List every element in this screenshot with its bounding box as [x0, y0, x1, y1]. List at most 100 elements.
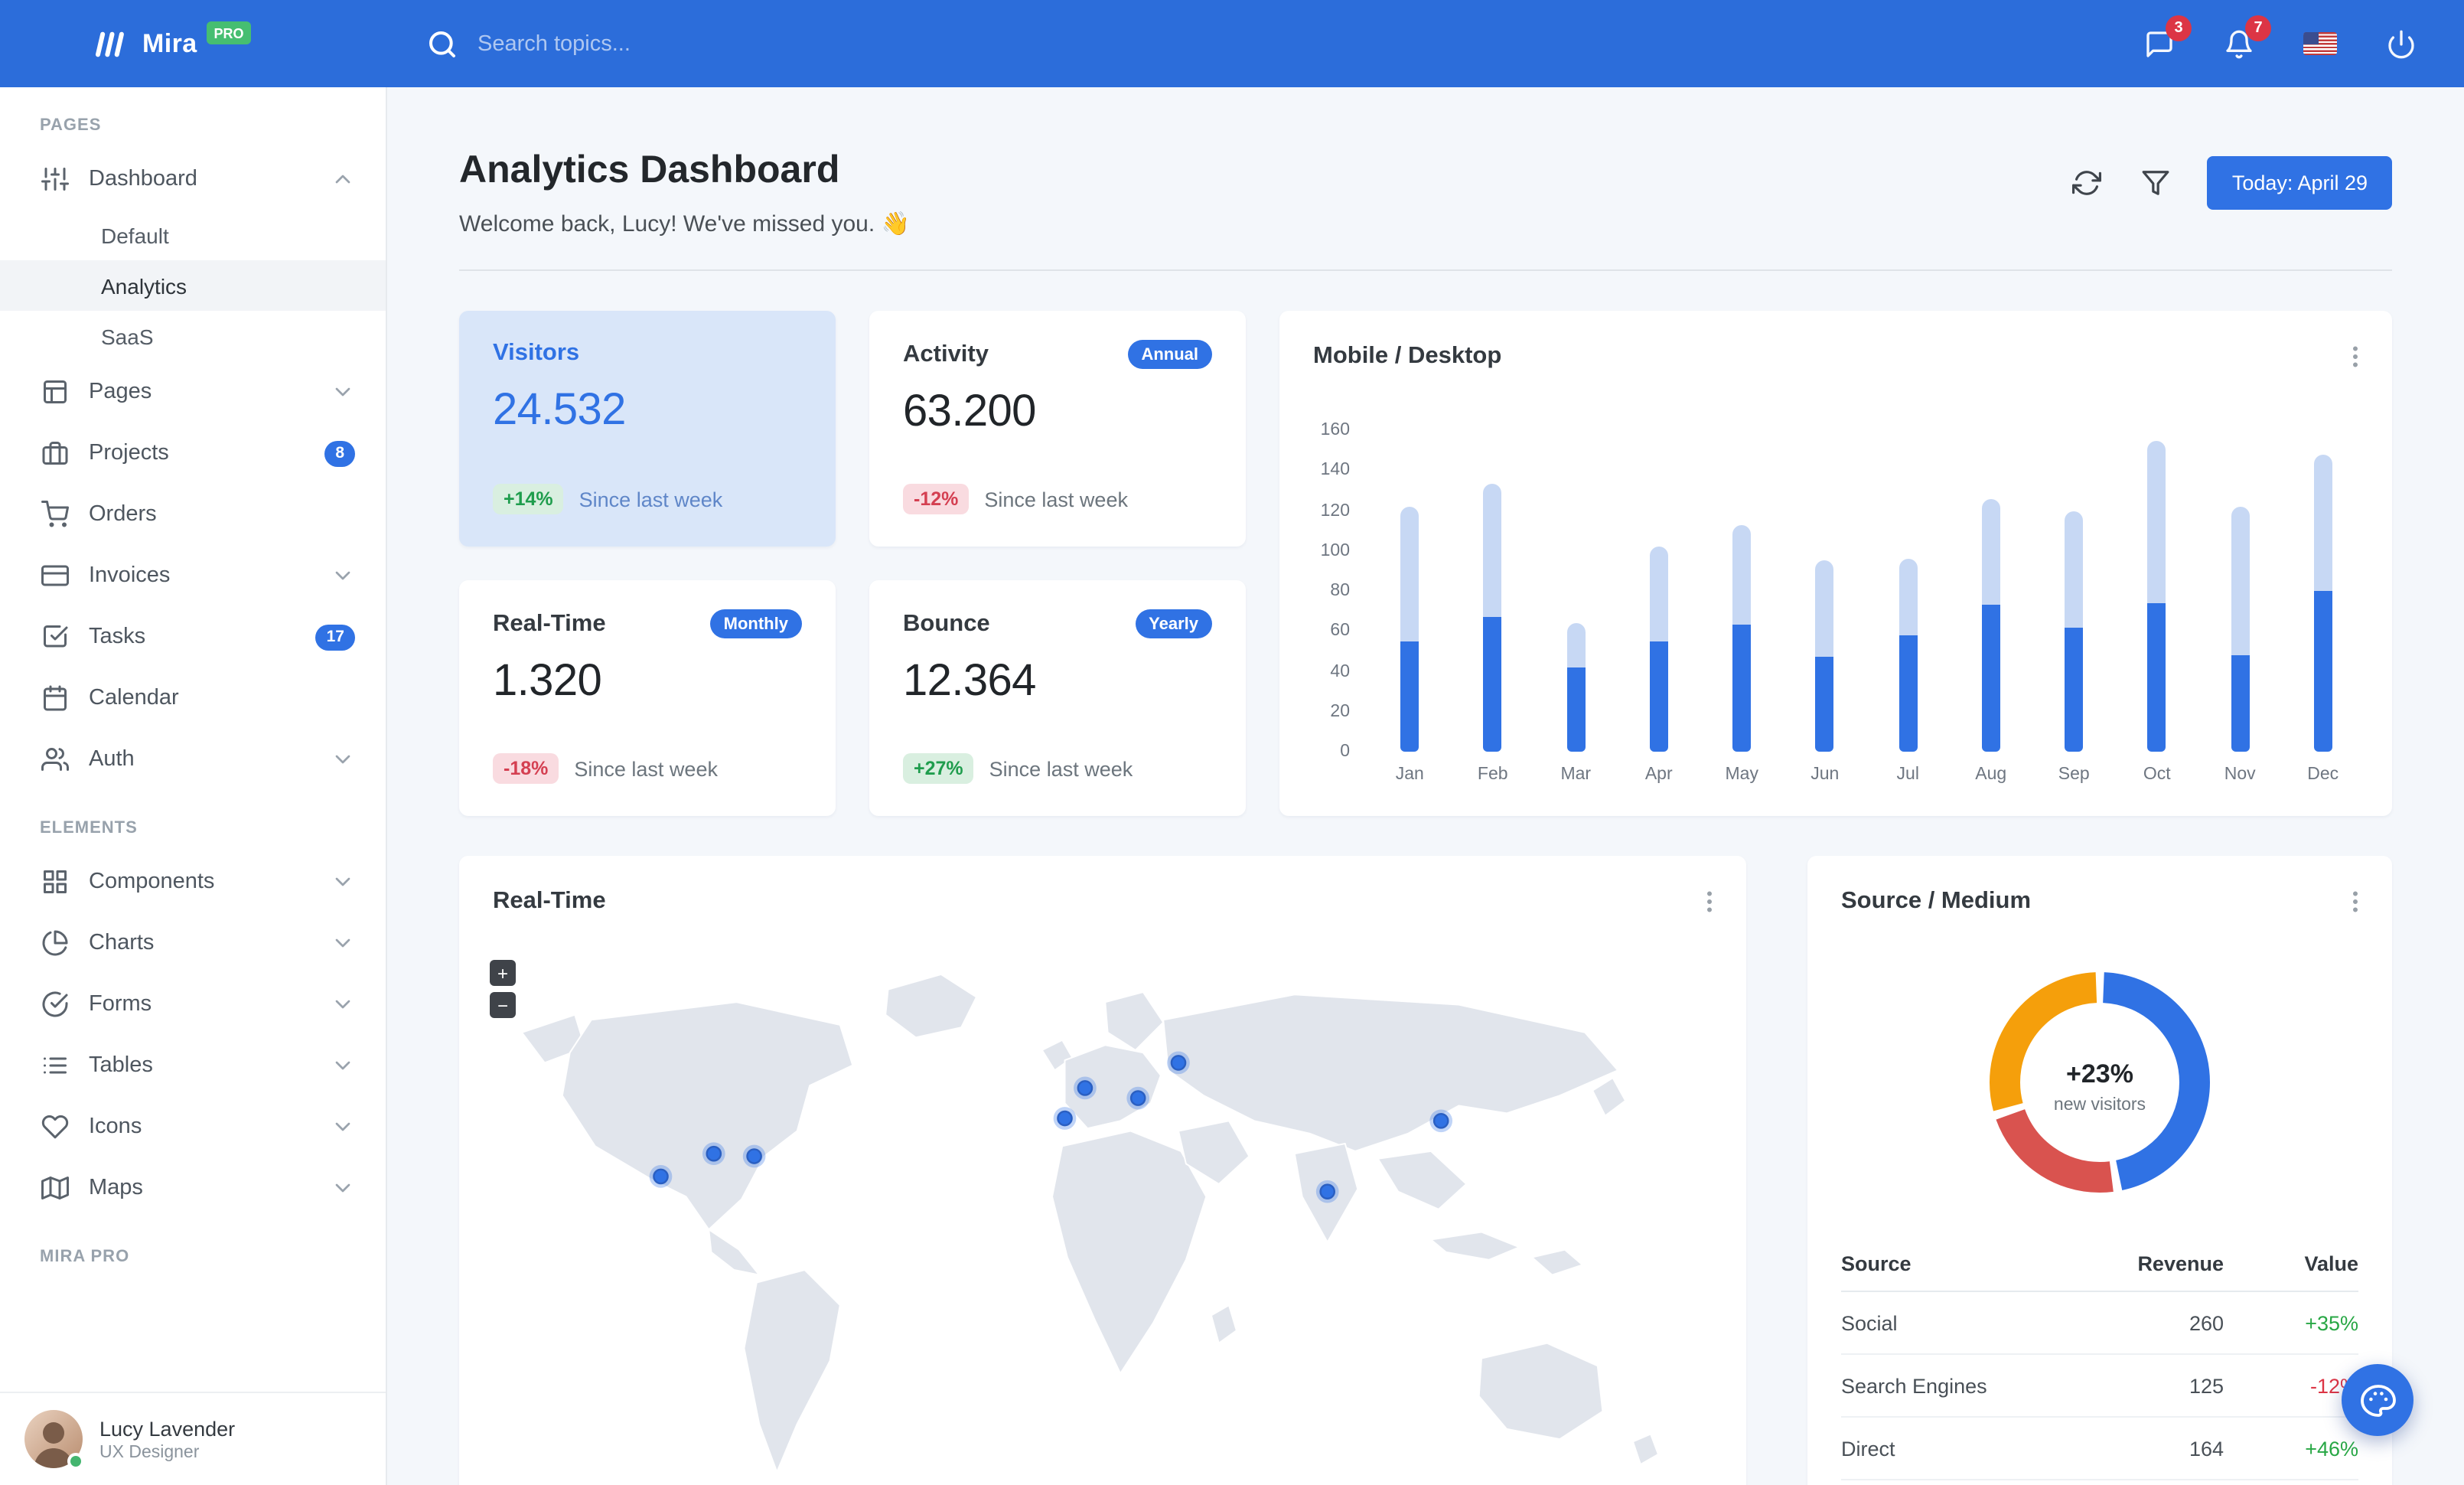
y-tick-label: 20 — [1330, 702, 1350, 721]
search-input[interactable] — [477, 31, 906, 56]
x-tick-label: May — [1725, 765, 1758, 784]
filter-button[interactable] — [2139, 165, 2174, 201]
sidebar-item-label: Maps — [89, 1176, 143, 1200]
x-tick-label: Nov — [2224, 765, 2256, 784]
bar-segment-desktop — [1732, 524, 1752, 625]
bar-segment-desktop — [1815, 560, 1834, 658]
bar-column-oct — [2116, 430, 2199, 752]
language-flag-button[interactable] — [2299, 28, 2342, 60]
chevron-down-icon — [331, 992, 355, 1017]
sidebar-item-invoices[interactable]: Invoices — [0, 545, 386, 606]
sidebar-count-badge: 17 — [315, 624, 355, 650]
sidebar-item-label: Orders — [89, 502, 157, 527]
sidebar-item-auth[interactable]: Auth — [0, 729, 386, 790]
messages-button[interactable]: 3 — [2140, 15, 2192, 64]
refresh-button[interactable] — [2070, 165, 2105, 201]
palette-icon — [2359, 1382, 2396, 1418]
user-role: UX Designer — [99, 1443, 200, 1461]
chevron-up-icon — [331, 167, 355, 191]
x-tick-label: Jan — [1395, 765, 1424, 784]
bar-segment-mobile — [1899, 635, 1918, 752]
more-vertical-icon — [2342, 343, 2369, 370]
brand[interactable]: Mira PRO — [0, 21, 387, 60]
map-marker — [649, 1165, 673, 1188]
real-time-map-card: Real-Time + − — [459, 856, 1746, 1485]
card-menu-button[interactable] — [1691, 883, 1728, 920]
sidebar-item-tasks[interactable]: Tasks 17 — [0, 606, 386, 667]
bar-column-jun — [1784, 430, 1867, 752]
sidebar-subitem-analytics[interactable]: Analytics — [0, 260, 386, 311]
bar-chart: 0 20 40 60 80 100 120 140 160 Jan Feb Mar Apr May Jun… — [1279, 421, 2392, 784]
sidebar-item-orders[interactable]: Orders — [0, 484, 386, 545]
lower-section: Real-Time + − Source / Medium +23% new v… — [459, 856, 2392, 1485]
bar-column-sep — [2032, 430, 2116, 752]
notifications-button[interactable]: 7 — [2219, 15, 2271, 64]
chevron-down-icon — [331, 870, 355, 894]
sidebar-item-label: Dashboard — [89, 167, 197, 191]
bar-segment-desktop — [2065, 511, 2084, 628]
stat-card-real-time: Real-Time Monthly 1.320 -18% Since last … — [459, 580, 836, 816]
us-flag-icon — [2303, 32, 2337, 55]
credit-card-icon — [41, 562, 69, 589]
stat-title: Visitors — [493, 340, 580, 366]
bar-segment-desktop — [1400, 506, 1419, 641]
map-zoom-in-button[interactable]: + — [490, 960, 516, 986]
sidebar-item-maps[interactable]: Maps — [0, 1157, 386, 1219]
sidebar-item-icons[interactable]: Icons — [0, 1096, 386, 1157]
sidebar-item-dashboard[interactable]: Dashboard — [0, 148, 386, 210]
x-tick-label: Jun — [1811, 765, 1840, 784]
stat-value: 24.532 — [493, 386, 626, 435]
card-menu-button[interactable] — [2337, 883, 2374, 920]
bar-segment-desktop — [1899, 559, 1918, 635]
chevron-down-icon — [331, 1176, 355, 1200]
sidebar-item-components[interactable]: Components — [0, 851, 386, 912]
chevron-down-icon — [331, 563, 355, 588]
chevron-down-icon — [331, 380, 355, 404]
bar-column-may — [1700, 430, 1784, 752]
sidebar-item-forms[interactable]: Forms — [0, 974, 386, 1035]
map-marker — [1315, 1180, 1339, 1203]
chevron-down-icon — [331, 1053, 355, 1078]
stat-title: Real-Time — [493, 610, 606, 636]
sidebar-count-badge: 8 — [324, 440, 355, 466]
map-icon — [41, 1174, 69, 1202]
bar-segment-mobile — [2065, 627, 2084, 752]
bar-segment-desktop — [1981, 498, 2000, 605]
stat-card-activity: Activity Annual 63.200 -12% Since last w… — [869, 311, 1246, 547]
map-zoom-out-button[interactable]: − — [490, 992, 516, 1018]
page-title: Analytics Dashboard — [459, 148, 840, 191]
card-menu-button[interactable] — [2337, 338, 2374, 375]
sign-out-button[interactable] — [2381, 24, 2421, 64]
sidebar-item-tables[interactable]: Tables — [0, 1035, 386, 1096]
bar-chart-y-axis: 0 20 40 60 80 100 120 140 160 — [1301, 421, 1350, 761]
more-vertical-icon — [1696, 888, 1723, 915]
sidebar-item-calendar[interactable]: Calendar — [0, 667, 386, 729]
theme-settings-button[interactable] — [2342, 1364, 2413, 1436]
bar-segment-desktop — [2231, 506, 2250, 655]
stat-note: Since last week — [984, 488, 1128, 511]
source-cell: Search Engines — [1841, 1354, 2089, 1418]
date-range-button[interactable]: Today: April 29 — [2207, 156, 2392, 210]
sidebar-subitem-saas[interactable]: SaaS — [0, 311, 386, 361]
bar-segment-mobile — [2231, 655, 2250, 752]
sidebar-item-pages[interactable]: Pages — [0, 361, 386, 423]
source-cell: Social — [1841, 1291, 2089, 1355]
bar-segment-mobile — [1649, 641, 1668, 752]
map-marker — [1167, 1051, 1190, 1075]
layout-icon — [41, 378, 69, 406]
sidebar-subitem-default[interactable]: Default — [0, 210, 386, 260]
x-tick-label: Oct — [2143, 765, 2171, 784]
table-header-revenue: Revenue — [2089, 1237, 2224, 1292]
sidebar-user[interactable]: Lucy Lavender UX Designer — [0, 1392, 386, 1485]
source-cell: Direct — [1841, 1417, 2089, 1480]
sidebar-item-label: Pages — [89, 380, 152, 404]
donut-chart: +23% new visitors — [1977, 960, 2222, 1212]
sliders-icon — [41, 165, 69, 193]
sidebar-section-label: PAGES — [40, 116, 102, 135]
sidebar-item-charts[interactable]: Charts — [0, 912, 386, 974]
notifications-count-badge: 7 — [2245, 15, 2271, 41]
bar-segment-desktop — [2313, 454, 2332, 591]
sidebar-item-projects[interactable]: Projects 8 — [0, 423, 386, 484]
power-icon — [2386, 28, 2417, 59]
y-tick-label: 140 — [1320, 461, 1350, 480]
